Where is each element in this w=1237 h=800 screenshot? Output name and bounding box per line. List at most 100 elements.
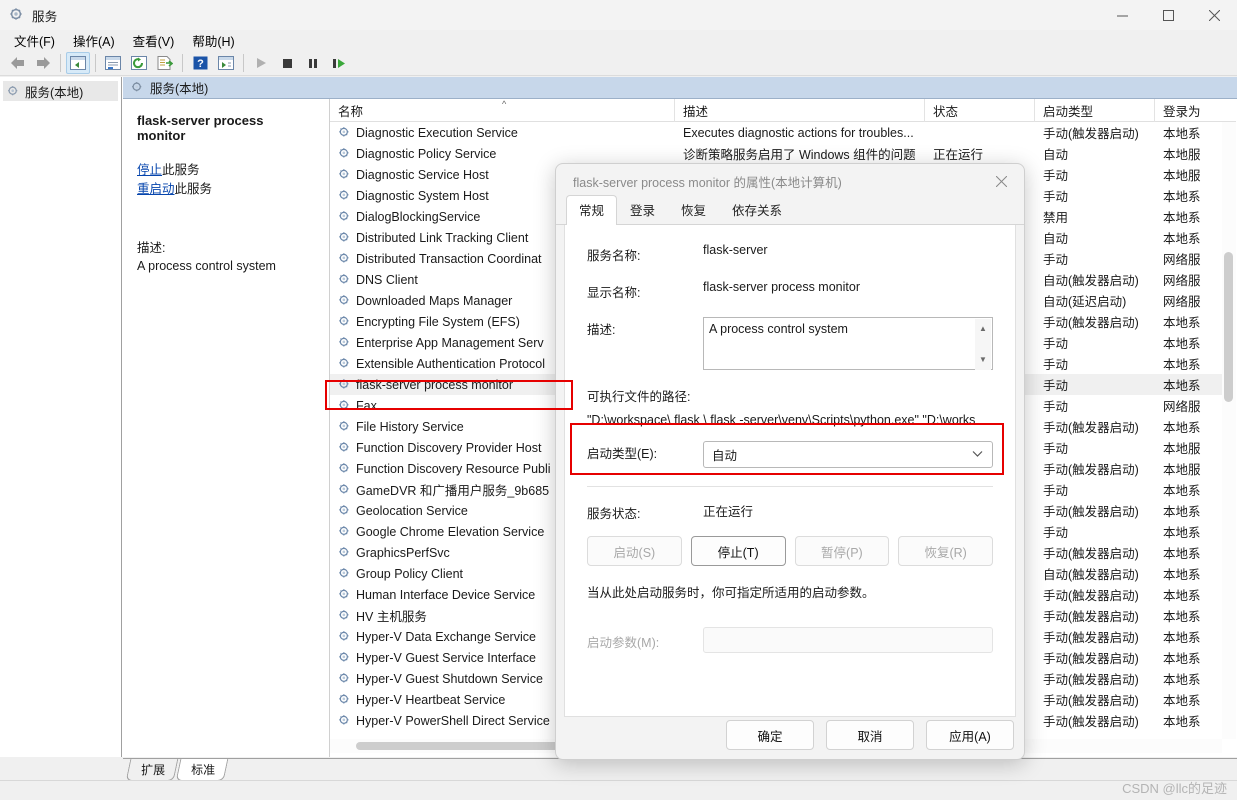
service-name-text: Hyper-V Data Exchange Service bbox=[356, 629, 536, 644]
ok-button[interactable]: 确定 bbox=[726, 720, 814, 750]
results-pane-title: 服务(本地) bbox=[150, 82, 209, 96]
pause-button[interactable]: 暂停(P) bbox=[794, 536, 890, 566]
stop-link-rest: 此服务 bbox=[162, 163, 200, 177]
show-hide-tree-icon[interactable] bbox=[66, 51, 90, 74]
service-name-text: Extensible Authentication Protocol bbox=[356, 356, 546, 371]
service-name-text: Hyper-V Guest Service Interface bbox=[356, 650, 536, 665]
restart-service-icon[interactable] bbox=[327, 52, 351, 74]
cancel-button[interactable]: 取消 bbox=[826, 720, 914, 750]
start-service-icon[interactable] bbox=[249, 52, 273, 74]
stop-button[interactable]: 停止(T) bbox=[690, 536, 786, 566]
column-status-label: 状态 bbox=[933, 105, 959, 119]
startup-params-hint: 当从此处启动服务时，你可指定所适用的启动参数。 bbox=[587, 586, 875, 600]
restart-link-rest: 此服务 bbox=[174, 182, 213, 196]
description-scrollbar[interactable]: ▲ ▼ bbox=[975, 319, 991, 370]
column-description[interactable]: 描述 bbox=[675, 99, 925, 122]
service-name-text: Function Discovery Resource Publi bbox=[356, 461, 551, 476]
startup-type-value: 自动 bbox=[712, 449, 738, 463]
services-gear-icon-small bbox=[7, 85, 20, 98]
restart-service-link[interactable]: 重启动此服务 bbox=[137, 180, 315, 199]
cell-startup-type: 手动(触发器启动) bbox=[1043, 715, 1139, 729]
minimize-button[interactable] bbox=[1099, 0, 1145, 30]
scrollbar-thumb-vertical[interactable] bbox=[1224, 252, 1233, 402]
refresh-icon[interactable] bbox=[127, 52, 151, 74]
service-gear-icon bbox=[338, 399, 351, 412]
tree-node-services-local[interactable]: 服务(本地) bbox=[3, 81, 118, 101]
tree-node-label: 服务(本地) bbox=[25, 85, 84, 100]
menu-file[interactable]: 文件(F) bbox=[5, 29, 64, 52]
dialog-tab-general[interactable]: 常规 bbox=[566, 195, 618, 225]
scroll-up-icon[interactable]: ▲ bbox=[979, 321, 987, 337]
apply-button[interactable]: 应用(A) bbox=[926, 720, 1014, 750]
chevron-down-icon bbox=[972, 449, 983, 460]
service-name-text: Fax bbox=[356, 398, 377, 413]
stop-service-link[interactable]: 停止此服务 bbox=[137, 161, 315, 180]
column-name-label: 名称 bbox=[338, 105, 364, 119]
service-name-text: Encrypting File System (EFS) bbox=[356, 314, 520, 329]
tab-extended[interactable]: 扩展 bbox=[125, 759, 179, 781]
results-pane-header: 服务(本地) bbox=[123, 77, 1237, 99]
service-gear-icon bbox=[338, 651, 351, 664]
startup-params-input[interactable] bbox=[703, 627, 993, 653]
executable-path-label: 可执行文件的路径: bbox=[587, 390, 691, 404]
resume-button[interactable]: 恢复(R) bbox=[898, 536, 993, 566]
service-name-text: Function Discovery Provider Host bbox=[356, 440, 542, 455]
menu-help[interactable]: 帮助(H) bbox=[183, 29, 243, 52]
service-name-text: Diagnostic Execution Service bbox=[356, 125, 518, 140]
column-name[interactable]: 名称 ^ bbox=[330, 99, 675, 122]
column-log-on-as-label: 登录为 bbox=[1163, 105, 1201, 119]
show-action-pane-icon[interactable] bbox=[214, 52, 238, 74]
dialog-close-icon[interactable] bbox=[984, 168, 1018, 196]
maximize-button[interactable] bbox=[1145, 0, 1191, 30]
watermark: CSDN @llc的足迹 bbox=[1122, 781, 1227, 796]
cell-startup-type: 手动 bbox=[1043, 379, 1069, 393]
service-status-label: 服务状态: bbox=[587, 507, 641, 521]
column-startup-type[interactable]: 启动类型 bbox=[1035, 99, 1155, 122]
list-vertical-scrollbar[interactable] bbox=[1222, 122, 1236, 739]
detail-description-label: 描述: bbox=[137, 241, 166, 255]
service-name-text: flask-server process monitor bbox=[356, 377, 513, 392]
startup-type-select[interactable]: 自动 bbox=[703, 441, 993, 468]
export-list-icon[interactable] bbox=[153, 52, 177, 74]
service-gear-icon bbox=[338, 336, 351, 349]
forward-icon[interactable] bbox=[31, 52, 55, 74]
service-control-buttons: 启动(S) 停止(T) 暂停(P) 恢复(R) bbox=[587, 536, 993, 566]
scroll-down-icon[interactable]: ▼ bbox=[979, 352, 987, 368]
toolbar-separator-3 bbox=[182, 53, 183, 72]
column-log-on-as[interactable]: 登录为 bbox=[1155, 99, 1236, 122]
service-gear-icon bbox=[338, 483, 351, 496]
service-gear-icon bbox=[338, 210, 351, 223]
help-icon[interactable]: ? bbox=[188, 52, 212, 74]
close-button[interactable] bbox=[1191, 0, 1237, 30]
properties-icon[interactable] bbox=[101, 52, 125, 74]
table-row[interactable]: Diagnostic Policy Service 诊断策略服务启用了 Windo… bbox=[330, 143, 1236, 164]
cell-startup-type: 手动(触发器启动) bbox=[1043, 673, 1139, 687]
executable-path-value: "D:\workspace\ flask \ flask -server\ven… bbox=[587, 413, 976, 427]
tab-standard[interactable]: 标准 bbox=[175, 759, 229, 781]
start-button[interactable]: 启动(S) bbox=[587, 536, 682, 566]
pause-service-icon[interactable] bbox=[301, 52, 325, 74]
service-name-text: GraphicsPerfSvc bbox=[356, 545, 450, 560]
stop-link-underlined: 停止 bbox=[137, 163, 163, 177]
column-startup-type-label: 启动类型 bbox=[1043, 105, 1094, 119]
service-properties-dialog: flask-server process monitor 的属性(本地计算机) … bbox=[555, 163, 1025, 760]
service-gear-icon bbox=[338, 441, 351, 454]
cell-service-name: Diagnostic Policy Service bbox=[330, 147, 675, 161]
dialog-tab-dependencies[interactable]: 依存关系 bbox=[719, 195, 795, 224]
back-icon[interactable] bbox=[5, 52, 29, 74]
cell-startup-type: 手动(触发器启动) bbox=[1043, 610, 1139, 624]
column-status[interactable]: 状态 bbox=[925, 99, 1035, 122]
table-row[interactable]: Diagnostic Execution Service Executes dia… bbox=[330, 122, 1236, 143]
description-textarea[interactable]: A process control system ▲ ▼ bbox=[703, 317, 993, 370]
toolbar-separator-2 bbox=[95, 53, 96, 72]
dialog-tab-logon[interactable]: 登录 bbox=[617, 195, 668, 224]
menu-action[interactable]: 操作(A) bbox=[64, 29, 124, 52]
service-gear-icon bbox=[338, 273, 351, 286]
dialog-tab-recovery[interactable]: 恢复 bbox=[668, 195, 719, 224]
service-name-text: Geolocation Service bbox=[356, 503, 468, 518]
view-tabs: 扩展 标准 bbox=[123, 758, 1237, 781]
menu-view[interactable]: 查看(V) bbox=[124, 29, 184, 52]
stop-service-icon[interactable] bbox=[275, 52, 299, 74]
cell-startup-type: 手动(触发器启动) bbox=[1043, 547, 1139, 561]
cell-startup-type: 手动(触发器启动) bbox=[1043, 316, 1139, 330]
